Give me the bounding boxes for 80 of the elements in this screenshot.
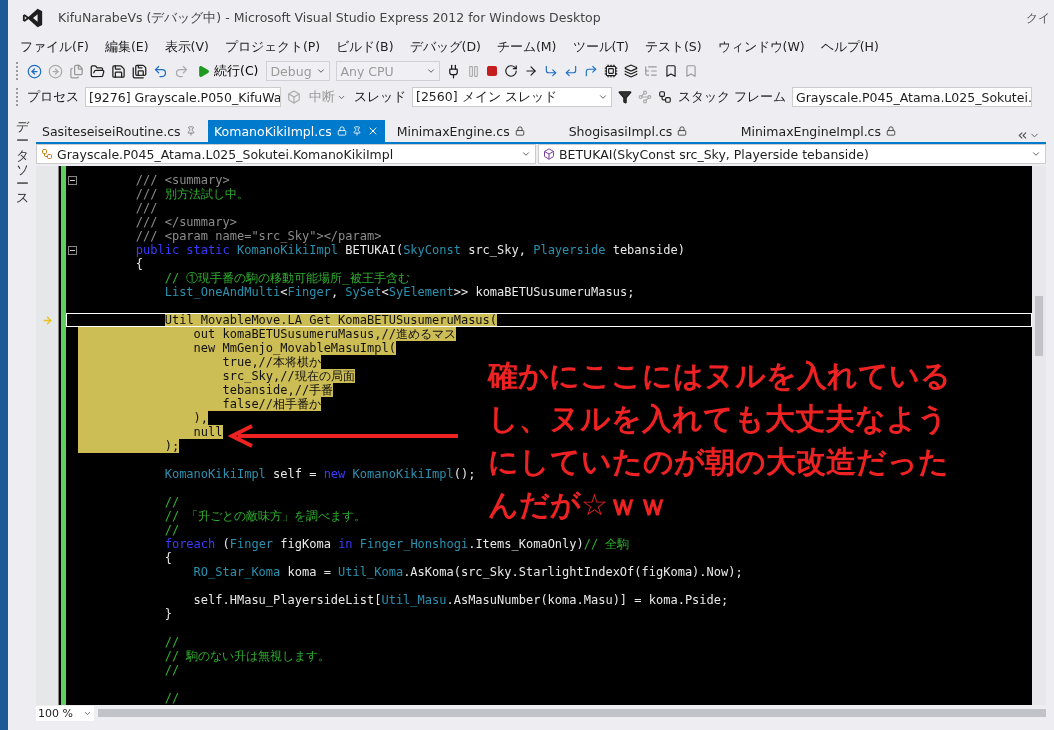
document-tab[interactable]: MinimaxEngineImpl.cs	[734, 120, 902, 142]
code-line: public static KomanoKikiImpl BETUKAI(SkyConst src_Sky, Playerside tebanside)	[134, 243, 685, 257]
document-tab[interactable]: SasiteseiseiRoutine.cs	[36, 120, 202, 142]
code-line: //	[163, 635, 180, 649]
code-line: {	[163, 551, 172, 565]
menu-item[interactable]: プロジェクト(P)	[216, 36, 329, 58]
menu-item[interactable]: 編集(E)	[96, 36, 157, 58]
side-tab[interactable]: データソース	[15, 120, 29, 730]
document-tab[interactable]: MinimaxEngine.cs	[390, 120, 557, 142]
arrow-right-icon[interactable]	[524, 64, 539, 78]
pin-icon[interactable]	[185, 126, 196, 136]
step-out-icon[interactable]	[584, 64, 599, 78]
menu-item[interactable]: テスト(S)	[636, 36, 710, 58]
step-into-icon[interactable]	[544, 64, 559, 78]
code-line: /// 別方法試し中。	[134, 187, 249, 201]
cube-icon	[543, 148, 555, 160]
menu-item[interactable]: チーム(M)	[488, 36, 565, 58]
code-line: }	[163, 607, 172, 621]
code-line: KomanoKikiImpl self = new KomanoKikiImpl();	[163, 467, 476, 481]
step-over-icon[interactable]	[564, 64, 579, 78]
caret-icon	[1031, 149, 1041, 159]
zoom-dropdown[interactable]: 100 %	[36, 705, 94, 721]
code-line: //	[163, 495, 180, 509]
code-line: //	[163, 663, 180, 677]
process-dropdown[interactable]: [9276] Grayscale.P050_KifuWa	[85, 87, 281, 107]
member-dropdown[interactable]: BETUKAI(SkyConst src_Sky, Playerside tebanside)	[538, 144, 1046, 164]
pin-icon[interactable]	[351, 126, 362, 136]
type-dropdown[interactable]: Grayscale.P045_Atama.L025_Sokutei.KomanoKikiImpl	[36, 144, 536, 164]
code-line: foreach (Finger figKoma in Finger_Honshogi.Items_KomaOnly)// 全駒	[163, 537, 630, 551]
window-title: KifuNarabeVs (デバッグ中) - Microsoft Visual Studio Express 2012 for Windows Desktop	[58, 9, 602, 27]
caret-icon	[521, 149, 531, 159]
code-line: // 駒のない升は無視します。	[163, 649, 331, 663]
collapse-icon[interactable]	[67, 175, 77, 185]
filter-icon[interactable]	[618, 90, 632, 104]
code-line: self.HMasu_PlayersideList[Util_Masu.AsMasuNumber(koma.Masu)] = koma.Pside;	[192, 593, 729, 607]
menu-item[interactable]: ビルド(B)	[328, 36, 402, 58]
code-line: /// <param name="src_Sky"></param>	[134, 229, 382, 243]
menu-item[interactable]: ツール(T)	[564, 36, 637, 58]
thread-label: スレッド	[354, 88, 406, 106]
stack-frame-dropdown[interactable]: Grayscale.P045_Atama.L025_Sokutei.	[792, 87, 1032, 107]
caret-icon	[598, 92, 608, 102]
new-project-icon[interactable]	[69, 63, 84, 79]
menu-item[interactable]: ウィンドウ(W)	[709, 36, 813, 58]
code-line: RO_Star_Koma koma = Util_Koma.AsKoma(src_Sky.StarlightIndexOf(figKoma).Now);	[192, 565, 743, 579]
continue-button[interactable]: 続行(C)	[195, 62, 261, 80]
stop-icon[interactable]	[486, 65, 499, 77]
back-icon[interactable]	[27, 63, 42, 79]
code-line: //	[163, 691, 180, 705]
menu-item[interactable]: ヘルプ(H)	[812, 36, 887, 58]
collapse-icon[interactable]	[67, 245, 77, 255]
annotation-text: 確かにここにはヌルを入れているし、ヌルを入れても大丈夫なようにしていたのが朝の大改造だったんだが☆ｗｗ	[488, 357, 952, 524]
app-logo-icon	[22, 7, 44, 29]
code-line: /// <summary>	[134, 173, 230, 187]
quick-launch-field[interactable]: クイ	[1026, 9, 1054, 27]
document-tab[interactable]: ShogisasiImpl.cs	[562, 120, 729, 142]
code-line: List_OneAndMulti<Finger, SySet<SyElement>> komaBETUSusumeruMasus;	[163, 285, 635, 299]
save-all-icon[interactable]	[132, 63, 147, 79]
code-line: /// </summary>	[134, 215, 237, 229]
thread-dropdown[interactable]: [2560] メイン スレッド	[412, 87, 612, 107]
play-icon	[197, 64, 210, 78]
undo-icon[interactable]	[153, 63, 168, 79]
process-label: プロセス	[27, 88, 79, 106]
code-line: //	[163, 523, 180, 537]
menu-item[interactable]: デバッグ(D)	[401, 36, 489, 58]
code-line: {	[134, 257, 144, 271]
open-file-icon[interactable]	[90, 63, 105, 79]
menu-item[interactable]: ファイル(F)	[12, 36, 97, 58]
code-line: // ①現手番の駒の移動可能場所_被王手含む	[163, 271, 410, 285]
caret-icon	[426, 66, 437, 76]
stack-frame-label: スタック フレーム	[678, 88, 786, 106]
menu-item[interactable]: 表示(V)	[156, 36, 217, 58]
save-icon[interactable]	[111, 63, 126, 79]
threads-icon[interactable]	[624, 64, 639, 78]
caret-icon	[316, 66, 327, 76]
bookmark-icon[interactable]	[664, 64, 679, 78]
code-line: ///	[134, 201, 158, 215]
code-line: // 「升ごとの敵味方」を調べます。	[163, 509, 367, 523]
document-tab[interactable]: KomanoKikiImpl.cs	[208, 120, 385, 142]
vertical-scrollbar[interactable]	[1032, 166, 1046, 705]
restart-icon[interactable]	[504, 64, 519, 78]
